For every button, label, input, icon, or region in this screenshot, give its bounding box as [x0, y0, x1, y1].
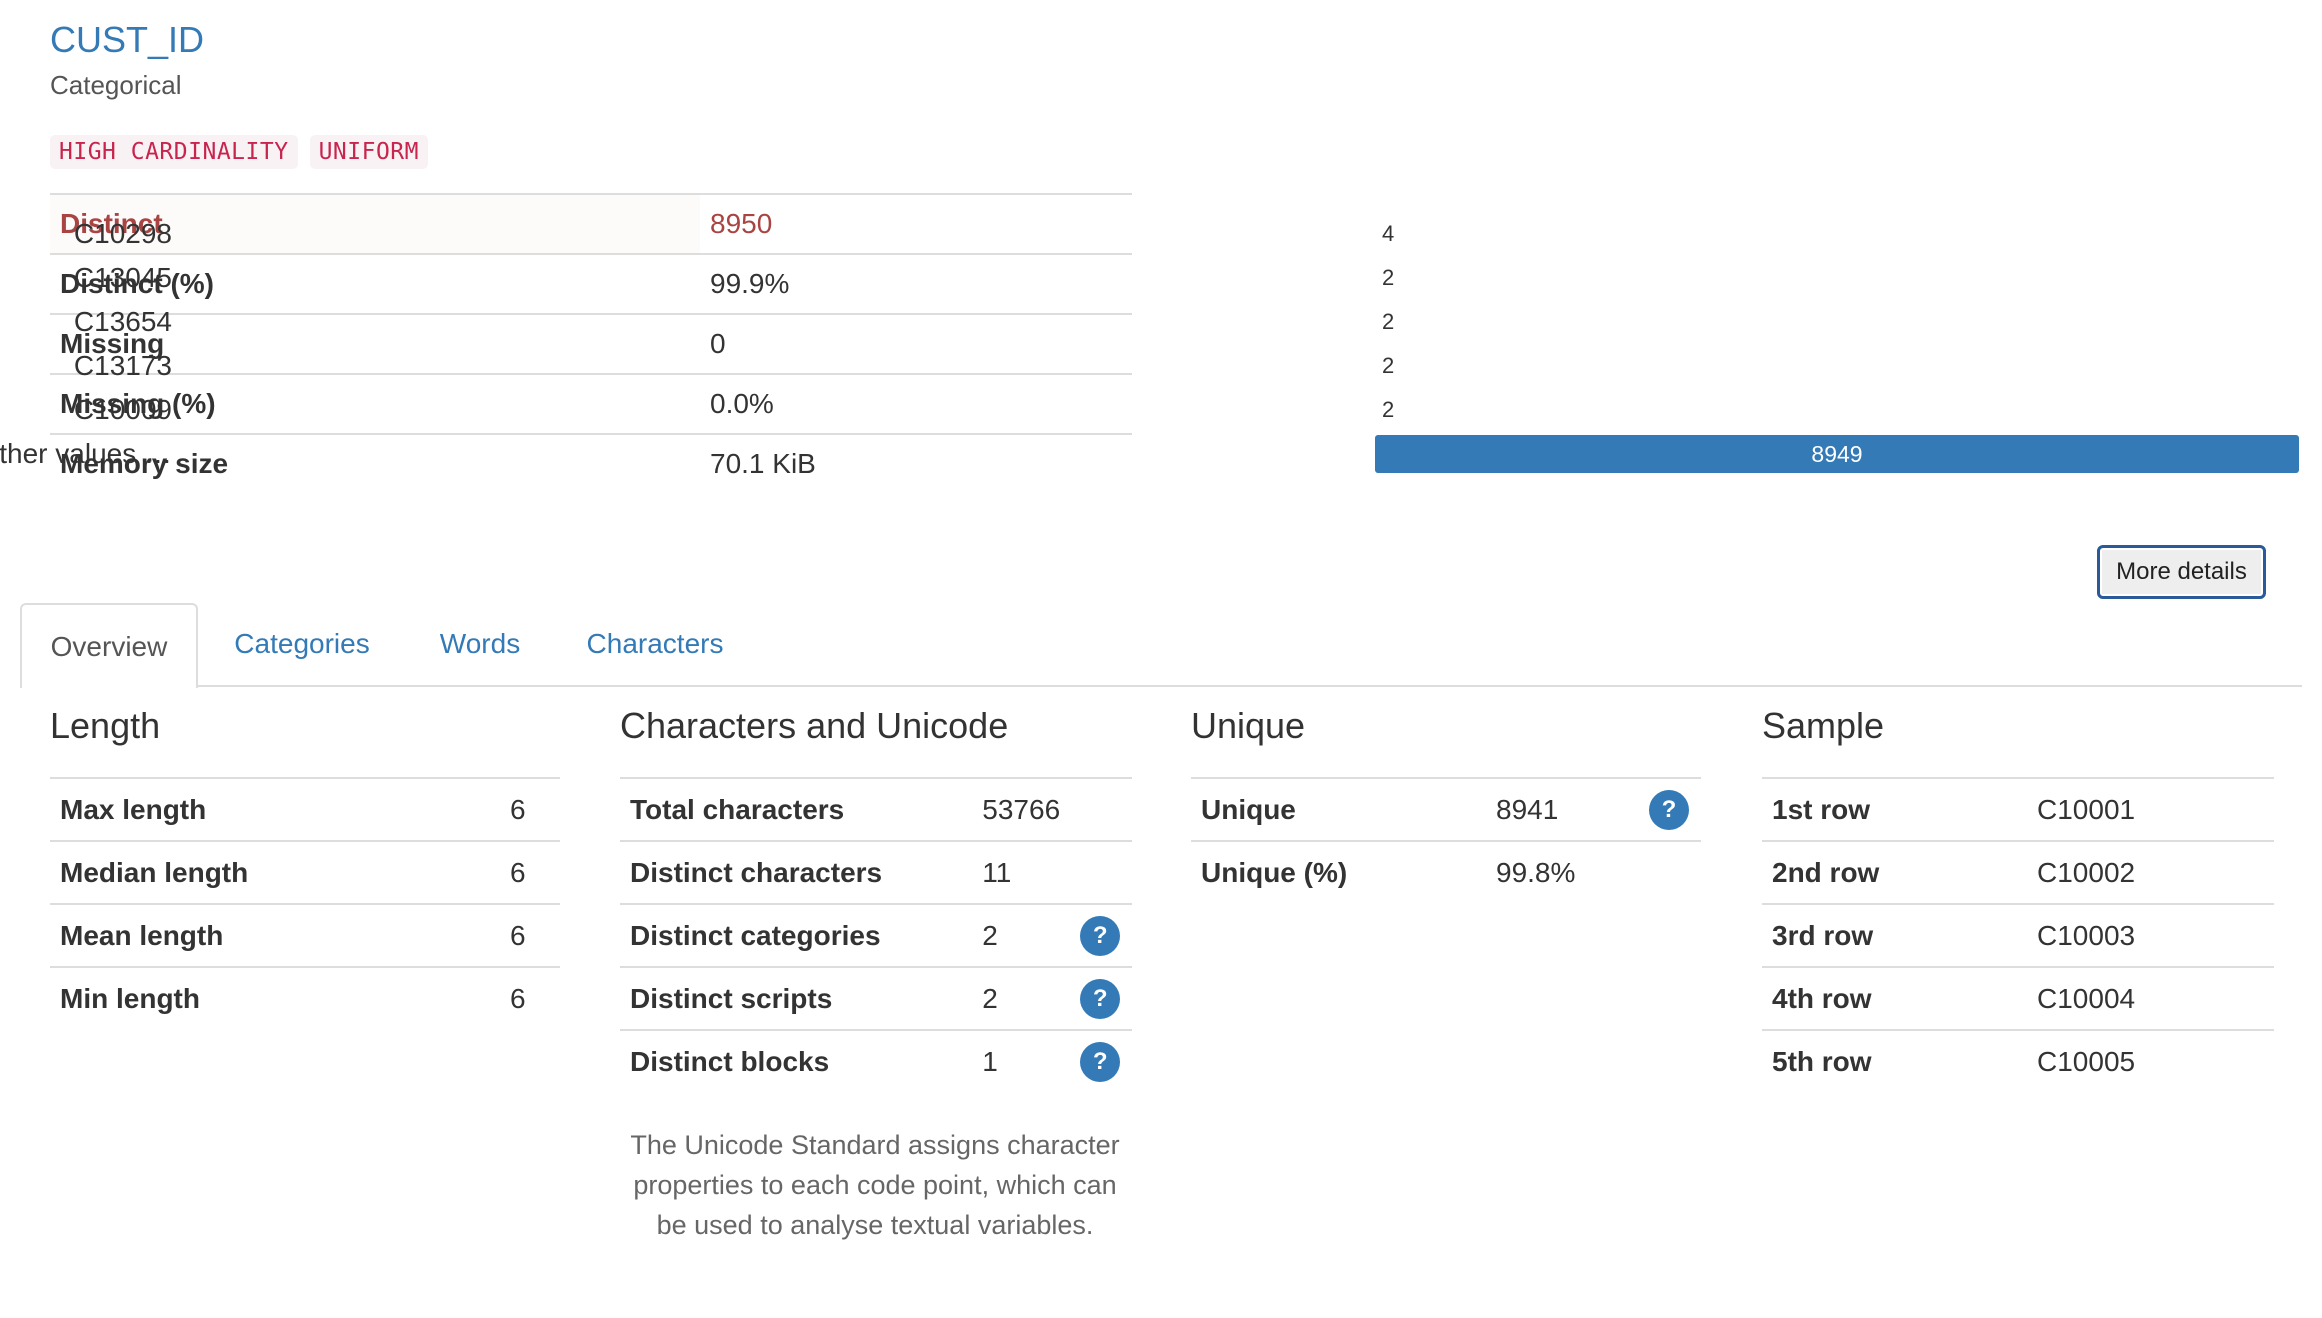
table-row: 4th row C10004 — [1762, 966, 2274, 1030]
help-icon[interactable]: ? — [1080, 915, 1121, 956]
stat-row-missing-pct: Missing (%) 0.0% — [50, 373, 1132, 434]
table-row: Distinct scripts 2? — [620, 966, 1132, 1030]
row-value: 99.8% — [1486, 840, 1639, 903]
stat-value: 70.1 KiB — [700, 433, 1132, 493]
table-row: Min length 6 — [50, 966, 560, 1029]
row-value: 2 — [972, 903, 1071, 967]
tab-characters[interactable]: Characters — [570, 603, 740, 685]
row-value: C10003 — [2027, 903, 2274, 967]
row-value: 6 — [500, 840, 560, 904]
row-value: C10005 — [2027, 1029, 2274, 1092]
row-value: 53766 — [972, 777, 1071, 841]
row-value: C10001 — [2027, 777, 2274, 841]
unique-table: Unique 8941? Unique (%) 99.8% — [1191, 777, 1701, 903]
row-label: 2nd row — [1762, 840, 2027, 904]
sample-table: 1st row C10001 2nd row C10002 3rd row C1000… — [1762, 777, 2274, 1092]
stat-row-missing: Missing 0 — [50, 313, 1132, 374]
summary-stats-table: Distinct 8950 Distinct (%) 99.9% Missing… — [50, 193, 1132, 493]
stat-row-memory: Memory size 70.1 KiB — [50, 433, 1132, 493]
stat-value: 0 — [700, 313, 1132, 374]
stat-row-distinct: Distinct 8950 — [50, 193, 1132, 254]
alert-badges: HIGH CARDINALITY UNIFORM — [50, 135, 428, 169]
stat-row-distinct-pct: Distinct (%) 99.9% — [50, 253, 1132, 314]
table-row: Median length 6 — [50, 840, 560, 904]
freq-count: 2 — [1382, 265, 1395, 290]
freq-label: C13045 — [73, 262, 172, 293]
row-value: 6 — [500, 966, 560, 1029]
length-table: Max length 6 Median length 6 Mean length 6 … — [50, 777, 560, 1029]
tab-words[interactable]: Words — [410, 603, 550, 685]
row-value: C10004 — [2027, 966, 2274, 1030]
freq-label: C13173 — [73, 350, 172, 381]
row-value: 6 — [500, 777, 560, 841]
row-value: 6 — [500, 903, 560, 967]
freq-label: C10009 — [73, 394, 172, 425]
unique-title: Unique — [1191, 705, 1306, 746]
table-row: 3rd row C10003 — [1762, 903, 2274, 967]
uniform-badge: UNIFORM — [309, 135, 428, 169]
row-label: 5th row — [1762, 1029, 2027, 1092]
row-label: Max length — [50, 777, 500, 841]
row-label: Distinct characters — [620, 840, 973, 904]
row-value: 1 — [972, 1029, 1071, 1092]
table-row: Distinct categories 2? — [620, 903, 1132, 967]
help-icon[interactable]: ? — [1649, 789, 1689, 830]
table-row: 5th row C10005 — [1762, 1029, 2274, 1092]
table-row: 1st row C10001 — [1762, 777, 2274, 841]
variable-name: CUST_ID — [50, 19, 205, 60]
row-label: Unique (%) — [1191, 840, 1486, 903]
table-row: Unique 8941? — [1191, 777, 1701, 841]
more-details-button[interactable]: More details — [2097, 545, 2266, 599]
freq-label: Other values … — [0, 438, 172, 469]
freq-count: 2 — [1382, 397, 1395, 422]
tabs-divider — [20, 685, 2302, 687]
table-row: Total characters 53766 — [620, 777, 1132, 841]
row-label: Median length — [50, 840, 500, 904]
freq-bar: 8949 — [1375, 435, 2299, 473]
unicode-note: The Unicode Standard assigns character p… — [630, 1130, 1120, 1240]
row-label: Distinct categories — [620, 903, 973, 967]
table-row: Mean length 6 — [50, 903, 560, 967]
help-icon[interactable]: ? — [1080, 1041, 1121, 1082]
row-label: 3rd row — [1762, 903, 2027, 967]
freq-count: 2 — [1382, 353, 1395, 378]
freq-count: 2 — [1382, 309, 1395, 334]
row-label: Mean length — [50, 903, 500, 967]
tab-categories[interactable]: Categories — [212, 603, 392, 685]
table-row: Distinct characters 11 — [620, 840, 1132, 904]
row-value: 2 — [972, 966, 1071, 1030]
table-row: Max length 6 — [50, 777, 560, 841]
high-cardinality-badge: HIGH CARDINALITY — [50, 135, 298, 169]
stat-value: 99.9% — [700, 253, 1132, 314]
sample-title: Sample — [1762, 705, 1885, 746]
row-label: 1st row — [1762, 777, 2027, 841]
row-value: 8941 — [1486, 777, 1639, 841]
stat-value: 0.0% — [700, 373, 1132, 434]
tab-overview[interactable]: Overview — [20, 603, 198, 688]
row-value: 11 — [972, 840, 1071, 904]
table-row: Distinct blocks 1? — [620, 1029, 1132, 1092]
table-row: Unique (%) 99.8% — [1191, 840, 1701, 903]
variable-type: Categorical — [50, 70, 182, 100]
freq-count: 4 — [1382, 221, 1395, 246]
stat-value: 8950 — [700, 193, 1132, 254]
unicode-table: Total characters 53766 Distinct character… — [620, 777, 1132, 1092]
length-title: Length — [50, 705, 161, 746]
freq-label: C10298 — [73, 218, 172, 249]
row-label: Distinct blocks — [620, 1029, 973, 1092]
freq-label: C13654 — [73, 306, 172, 337]
row-label: Total characters — [620, 777, 973, 841]
row-label: Min length — [50, 966, 500, 1029]
help-icon[interactable]: ? — [1080, 978, 1121, 1019]
row-label: Unique — [1191, 777, 1486, 841]
row-label: 4th row — [1762, 966, 2027, 1030]
row-value: C10002 — [2027, 840, 2274, 904]
unicode-title: Characters and Unicode — [620, 705, 1009, 746]
table-row: 2nd row C10002 — [1762, 840, 2274, 904]
row-label: Distinct scripts — [620, 966, 973, 1030]
